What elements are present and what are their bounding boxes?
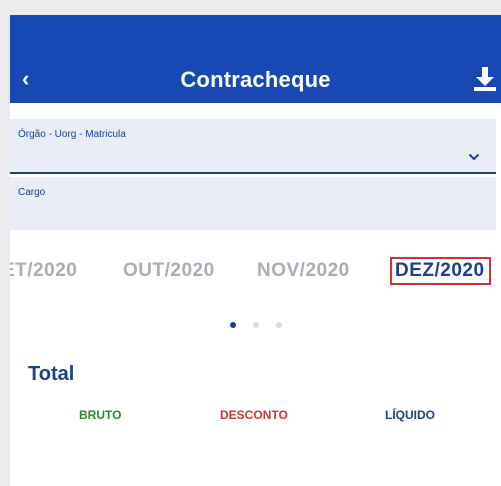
month-tab-set-2020[interactable]: ET/2020 bbox=[10, 260, 77, 282]
page-dot[interactable] bbox=[276, 322, 282, 328]
month-tabs: ET/2020 OUT/2020 NOV/2020 DEZ/2020 bbox=[10, 240, 501, 300]
app-header: ‹ Contracheque bbox=[10, 15, 501, 103]
month-tab-out-2020[interactable]: OUT/2020 bbox=[123, 260, 215, 282]
bruto-label: BRUTO bbox=[79, 408, 122, 422]
page-dot-active[interactable] bbox=[230, 322, 236, 328]
app-screen: ‹ Contracheque Órgão - Uorg - Matricula … bbox=[10, 15, 501, 486]
download-icon[interactable] bbox=[472, 65, 498, 93]
cargo-label: Cargo bbox=[18, 187, 46, 198]
cargo-field[interactable]: Cargo bbox=[10, 177, 496, 230]
liquido-label: LÍQUIDO bbox=[385, 408, 435, 422]
page-title: Contracheque bbox=[180, 67, 331, 92]
chevron-down-icon bbox=[468, 153, 480, 161]
orgao-uorg-matricula-label: Órgão - Uorg - Matricula bbox=[18, 129, 126, 140]
total-heading: Total bbox=[28, 363, 75, 385]
page-dot[interactable] bbox=[253, 322, 259, 328]
desconto-label: DESCONTO bbox=[220, 408, 288, 422]
orgao-uorg-matricula-select[interactable]: Órgão - Uorg - Matricula bbox=[10, 119, 496, 174]
month-tab-nov-2020[interactable]: NOV/2020 bbox=[257, 260, 350, 282]
month-tab-dez-2020-selected[interactable]: DEZ/2020 bbox=[390, 257, 491, 285]
